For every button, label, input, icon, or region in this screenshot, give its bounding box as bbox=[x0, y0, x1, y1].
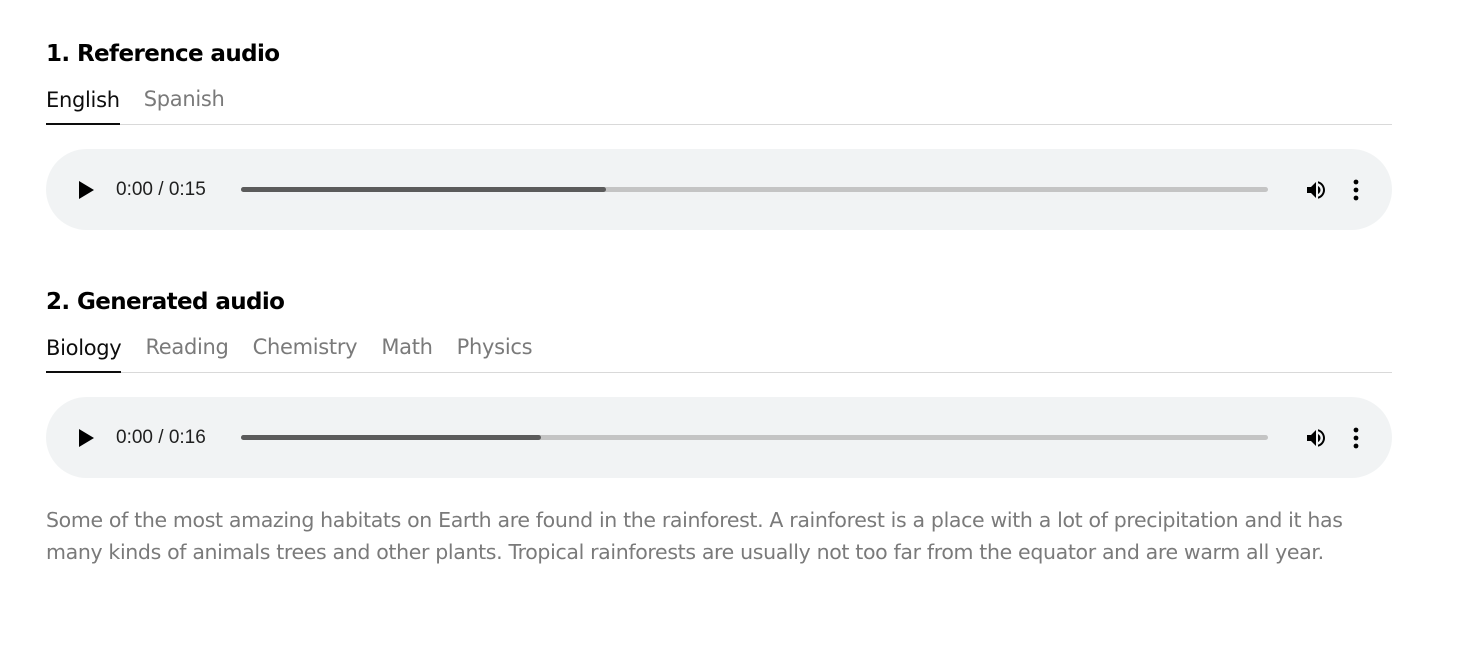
main-content: 1. Reference audio English Spanish 0:00 … bbox=[46, 0, 1392, 589]
progress-slider[interactable] bbox=[241, 187, 1268, 192]
time-display: 0:00 / 0:16 bbox=[116, 426, 206, 448]
volume-icon[interactable] bbox=[1302, 424, 1330, 452]
tab-physics[interactable]: Physics bbox=[457, 332, 533, 372]
tab-reading[interactable]: Reading bbox=[145, 332, 228, 372]
generated-audio-player: 0:00 / 0:16 bbox=[46, 397, 1392, 478]
more-vert-icon[interactable] bbox=[1350, 176, 1362, 204]
tab-biology[interactable]: Biology bbox=[46, 333, 122, 373]
tab-english[interactable]: English bbox=[46, 85, 120, 125]
more-vert-icon[interactable] bbox=[1350, 424, 1362, 452]
progress-fill bbox=[241, 435, 541, 440]
progress-fill bbox=[241, 187, 606, 192]
progress-slider[interactable] bbox=[241, 435, 1268, 440]
play-icon[interactable] bbox=[76, 178, 96, 202]
generated-subject-tabs: Biology Reading Chemistry Math Physics bbox=[46, 332, 1392, 373]
time-display: 0:00 / 0:15 bbox=[116, 178, 206, 200]
tab-math[interactable]: Math bbox=[381, 332, 433, 372]
reference-audio-title: 1. Reference audio bbox=[46, 41, 280, 67]
reference-audio-player: 0:00 / 0:15 bbox=[46, 149, 1392, 230]
play-icon[interactable] bbox=[76, 426, 96, 450]
tab-chemistry[interactable]: Chemistry bbox=[253, 332, 358, 372]
tab-spanish[interactable]: Spanish bbox=[144, 84, 225, 124]
audio-transcript: Some of the most amazing habitats on Ear… bbox=[46, 508, 1343, 564]
reference-language-tabs: English Spanish bbox=[46, 84, 1392, 125]
volume-icon[interactable] bbox=[1302, 176, 1330, 204]
generated-audio-title: 2. Generated audio bbox=[46, 289, 285, 315]
